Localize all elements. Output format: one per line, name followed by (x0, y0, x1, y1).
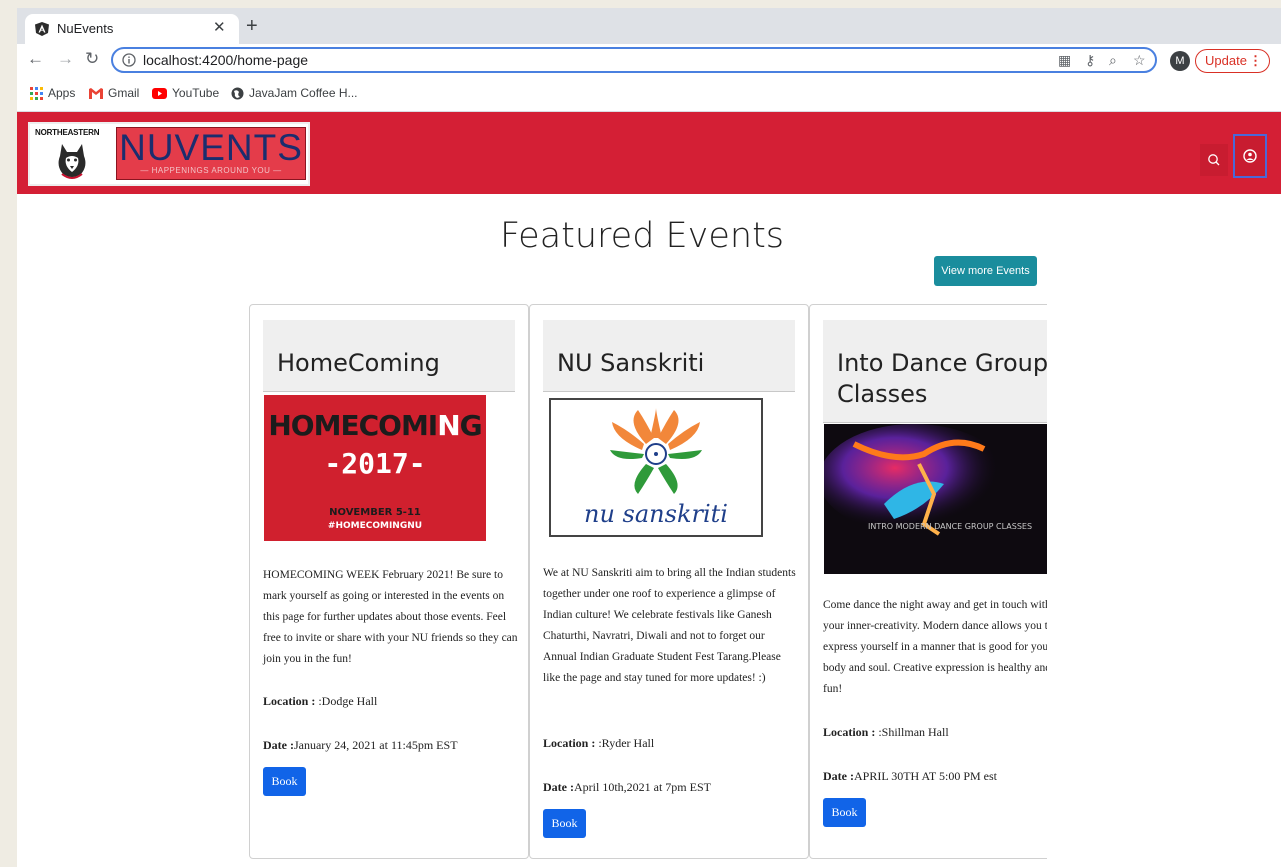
qr-code-icon[interactable]: ▦ (1058, 52, 1071, 69)
event-card-header: Into Dance Group Classes (823, 320, 1047, 423)
book-button[interactable]: Book (543, 809, 586, 838)
event-image: HOMECOMING -2017- NOVEMBER 5-11 #HOMECOM… (264, 395, 486, 541)
event-card-header: NU Sanskriti (543, 320, 795, 392)
bookmark-label: JavaJam Coffee H... (249, 86, 358, 100)
date-label: Date : (263, 738, 294, 752)
image-headline: HOMECOMING (264, 409, 486, 442)
book-button[interactable]: Book (823, 798, 866, 827)
bookmarks-bar: Apps Gmail YouTube JavaJam Coffee H... (17, 76, 1281, 112)
url-host: localhost (143, 52, 199, 68)
reload-icon[interactable]: ↻ (85, 48, 99, 70)
image-text: HOMECOMI (268, 409, 438, 442)
nuvents-wordmark: NUVENTS — HAPPENINGS AROUND YOU — (116, 127, 306, 180)
page-title: Featured Events (499, 216, 785, 256)
event-date: Date :April 10th,2021 at 7pm EST (543, 780, 711, 795)
dancer-icon: INTRO MODERN DANCE GROUP CLASSES (824, 424, 1032, 536)
event-location: Location : :Shillman Hall (823, 725, 949, 740)
angular-icon (35, 22, 49, 36)
location-label: Location : (823, 725, 876, 739)
youtube-icon (152, 88, 167, 100)
event-description: Come dance the night away and get in tou… (823, 599, 1047, 695)
search-icon (1208, 154, 1220, 166)
image-year: -2017- (324, 447, 426, 480)
location-label: Location : (543, 736, 596, 750)
date-value: April 10th,2021 at 7pm EST (573, 780, 711, 794)
info-icon (122, 53, 136, 67)
gmail-icon (89, 88, 103, 100)
event-image: INTRO MODERN DANCE GROUP CLASSES (824, 424, 1047, 574)
location-label: Location : (263, 694, 316, 708)
user-icon (1243, 149, 1257, 163)
bookmark-label: Apps (48, 86, 76, 100)
bookmark-gmail[interactable]: Gmail (89, 86, 139, 100)
event-card: HomeComing HOMECOMING -2017- NOVEMBER 5-… (249, 304, 529, 859)
update-button[interactable]: Update ⋮ (1195, 49, 1270, 73)
zoom-icon[interactable]: ⌕ (1109, 52, 1117, 69)
profile-button[interactable] (1233, 134, 1267, 178)
tab-strip: NuEvents ✕ + (17, 8, 1281, 44)
forward-arrow-icon[interactable]: → (57, 48, 74, 70)
back-arrow-icon[interactable]: ← (27, 48, 44, 70)
url-text: localhost:4200/home-page (143, 52, 308, 68)
event-description: We at NU Sanskriti aim to bring all the … (543, 567, 796, 684)
image-dates: NOVEMBER 5-11 (329, 507, 421, 518)
event-image: nu sanskriti (549, 398, 763, 537)
bookmark-youtube[interactable]: YouTube (152, 86, 219, 100)
new-tab-button[interactable]: + (246, 14, 258, 38)
event-description: HOMECOMING WEEK February 2021! Be sure t… (263, 569, 518, 665)
location-value: :Ryder Hall (598, 736, 655, 750)
globe-icon (231, 87, 244, 100)
update-label: Update (1205, 53, 1247, 68)
image-accent-letter: N (437, 409, 460, 442)
sanskriti-emblem-icon (610, 408, 702, 494)
event-date: Date :APRIL 30TH AT 5:00 PM est (823, 769, 997, 784)
logo-school-text: NORTHEASTERN (35, 128, 100, 137)
bookmark-label: YouTube (172, 86, 220, 100)
logo-tagline: — HAPPENINGS AROUND YOU — (140, 166, 282, 175)
url-path: :4200/home-page (198, 52, 309, 68)
husky-icon (58, 144, 86, 179)
bookmark-apps[interactable]: Apps (30, 86, 76, 101)
event-card-header: HomeComing (263, 320, 515, 392)
event-card: NU Sanskriti nu sanskriti We at NU Sansk… (529, 304, 809, 859)
image-text: INTRO MODERN DANCE GROUP CLASSES (868, 522, 1032, 531)
event-title: NU Sanskriti (557, 349, 705, 377)
location-value: :Shillman Hall (878, 725, 949, 739)
tab-title: NuEvents (57, 21, 114, 36)
date-value: January 24, 2021 at 11:45pm EST (293, 738, 458, 752)
featured-events-list: HomeComing HOMECOMING -2017- NOVEMBER 5-… (249, 304, 1047, 859)
profile-avatar[interactable]: M (1170, 51, 1190, 71)
browser-toolbar: ← → ↻ localhost:4200/home-page ▦ ⚷ ⌕ ☆ M… (17, 44, 1281, 76)
location-value: :Dodge Hall (318, 694, 378, 708)
nuvents-logo[interactable]: NORTHEASTERN NUVENTS — HAPPENINGS AROUND… (28, 122, 310, 186)
bookmark-javajam[interactable]: JavaJam Coffee H... (231, 86, 358, 100)
apps-grid-icon (30, 87, 43, 101)
image-hashtag: #HOMECOMINGNU (327, 521, 423, 531)
image-text: G (459, 409, 483, 442)
tab-nuevents[interactable]: NuEvents ✕ (25, 14, 239, 44)
view-more-events-button[interactable]: View more Events (934, 256, 1037, 286)
bookmark-label: Gmail (108, 86, 140, 100)
book-button[interactable]: Book (263, 767, 306, 796)
event-card: Into Dance Group Classes INTRO MODERN DA… (809, 304, 1047, 859)
image-text: nu sanskriti (584, 500, 728, 528)
browser-window: NuEvents ✕ + ← → ↻ localhost:4200/home-p… (17, 8, 1281, 867)
more-vert-icon: ⋮ (1249, 53, 1262, 68)
close-tab-icon[interactable]: ✕ (213, 18, 226, 36)
northeastern-logo: NORTHEASTERN (32, 126, 110, 182)
event-date: Date :January 24, 2021 at 11:45pm EST (263, 738, 458, 753)
key-icon[interactable]: ⚷ (1085, 52, 1095, 69)
event-title: Into Dance Group Classes (837, 349, 1047, 408)
logo-title: NUVENTS (119, 127, 303, 168)
app-header: NORTHEASTERN NUVENTS — HAPPENINGS AROUND… (17, 112, 1281, 194)
event-location: Location : :Dodge Hall (263, 694, 377, 709)
date-value: APRIL 30TH AT 5:00 PM est (853, 769, 997, 783)
event-location: Location : :Ryder Hall (543, 736, 654, 751)
event-title: HomeComing (277, 349, 440, 377)
date-label: Date : (543, 780, 574, 794)
star-icon[interactable]: ☆ (1133, 52, 1146, 69)
address-bar[interactable]: localhost:4200/home-page ▦ ⚷ ⌕ ☆ (111, 47, 1157, 73)
search-button[interactable] (1200, 144, 1228, 176)
date-label: Date : (823, 769, 854, 783)
